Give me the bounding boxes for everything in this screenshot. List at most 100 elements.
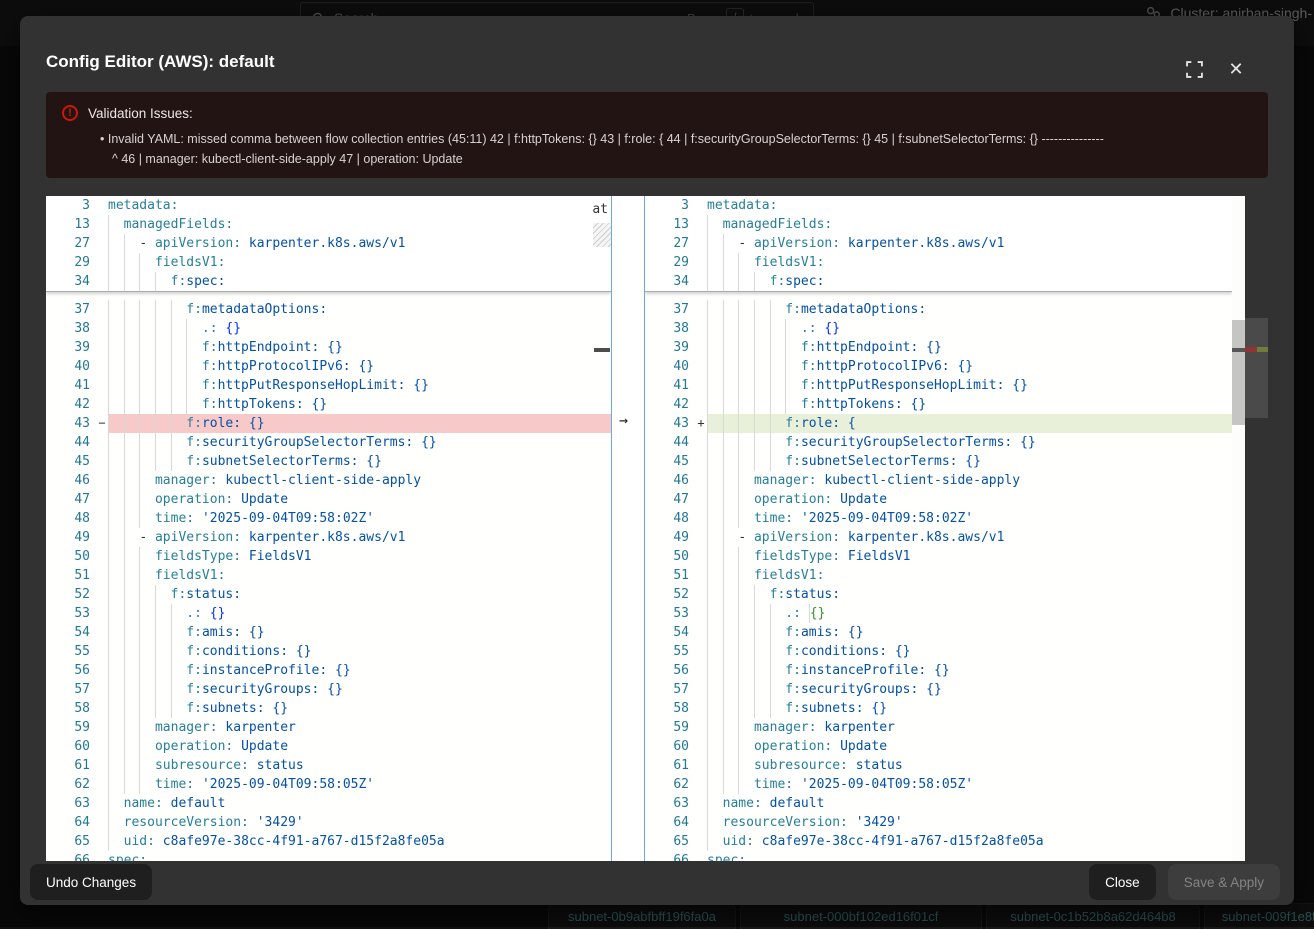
- code-line[interactable]: 3metadata:: [645, 196, 1232, 215]
- code-line[interactable]: 58 f:subnets: {}: [645, 699, 1232, 718]
- code-line[interactable]: 60 operation: Update: [46, 737, 611, 756]
- undo-changes-button[interactable]: Undo Changes: [30, 864, 152, 900]
- save-apply-button[interactable]: Save & Apply: [1168, 864, 1280, 900]
- diff-sign: [695, 357, 707, 376]
- code-line[interactable]: 37 f:metadataOptions:: [46, 300, 611, 319]
- diff-overview-ruler[interactable]: [1245, 196, 1268, 861]
- code-line[interactable]: 38 .: {}: [46, 319, 611, 338]
- config-editor-modal: Config Editor (AWS): default ✕ ! Validat…: [20, 16, 1294, 905]
- diff-sign: [695, 604, 707, 623]
- line-number: 63: [645, 794, 695, 813]
- code-line[interactable]: 50 fieldsType: FieldsV1: [46, 547, 611, 566]
- code-line[interactable]: 65 uid: c8afe97e-38cc-4f91-a767-d15f2a8f…: [46, 832, 611, 851]
- line-number: 51: [46, 566, 96, 585]
- code-line[interactable]: 34 f:spec:: [46, 272, 611, 291]
- diff-modified-pane[interactable]: 3metadata:13 managedFields:27 - apiVersi…: [645, 196, 1232, 861]
- code-line[interactable]: 54 f:amis: {}: [46, 623, 611, 642]
- overview-inserted-mark: [1257, 347, 1268, 352]
- code-line[interactable]: 61 subresource: status: [645, 756, 1232, 775]
- code-line[interactable]: 52 f:status:: [46, 585, 611, 604]
- code-line[interactable]: 64 resourceVersion: '3429': [46, 813, 611, 832]
- code-line[interactable]: 43+ f:role: {: [645, 414, 1232, 433]
- line-number: 38: [645, 319, 695, 338]
- revert-change-arrow-icon[interactable]: →: [619, 411, 628, 429]
- code-line[interactable]: 34 f:spec:: [645, 272, 1232, 291]
- close-button[interactable]: Close: [1089, 864, 1156, 900]
- line-number: 29: [645, 253, 695, 272]
- code-line[interactable]: 39 f:httpEndpoint: {}: [645, 338, 1232, 357]
- code-line[interactable]: 66spec:: [46, 851, 611, 861]
- code-line[interactable]: 45 f:subnetSelectorTerms: {}: [46, 452, 611, 471]
- code-line[interactable]: 62 time: '2025-09-04T09:58:05Z': [46, 775, 611, 794]
- code-line[interactable]: 66spec:: [645, 851, 1232, 861]
- code-line[interactable]: 52 f:status:: [645, 585, 1232, 604]
- code-line[interactable]: 27 - apiVersion: karpenter.k8s.aws/v1: [46, 234, 611, 253]
- code-line[interactable]: 48 time: '2025-09-04T09:58:02Z': [645, 509, 1232, 528]
- overview-ruler-slider[interactable]: [1245, 318, 1268, 418]
- code-line[interactable]: 64 resourceVersion: '3429': [645, 813, 1232, 832]
- code-line[interactable]: 59 manager: karpenter: [645, 718, 1232, 737]
- code-line[interactable]: 40 f:httpProtocolIPv6: {}: [46, 357, 611, 376]
- code-line[interactable]: 42 f:httpTokens: {}: [645, 395, 1232, 414]
- code-line[interactable]: 29 fieldsV1:: [46, 253, 611, 272]
- code-line[interactable]: 43− f:role: {}: [46, 414, 611, 433]
- validation-message-line2: ^ 46 | manager: kubectl-client-side-appl…: [112, 149, 1252, 169]
- code-line[interactable]: 41 f:httpPutResponseHopLimit: {}: [645, 376, 1232, 395]
- code-line[interactable]: 42 f:httpTokens: {}: [46, 395, 611, 414]
- code-line[interactable]: 60 operation: Update: [645, 737, 1232, 756]
- code-line[interactable]: 37 f:metadataOptions:: [645, 300, 1232, 319]
- code-line[interactable]: 44 f:securityGroupSelectorTerms: {}: [645, 433, 1232, 452]
- code-line[interactable]: 41 f:httpPutResponseHopLimit: {}: [46, 376, 611, 395]
- code-line[interactable]: 65 uid: c8afe97e-38cc-4f91-a767-d15f2a8f…: [645, 832, 1232, 851]
- code-line[interactable]: 46 manager: kubectl-client-side-apply: [645, 471, 1232, 490]
- code-line[interactable]: 59 manager: karpenter: [46, 718, 611, 737]
- code-line[interactable]: 53 .: {}: [46, 604, 611, 623]
- code-line[interactable]: 58 f:subnets: {}: [46, 699, 611, 718]
- code-line[interactable]: 51 fieldsV1:: [645, 566, 1232, 585]
- code-line[interactable]: 63 name: default: [645, 794, 1232, 813]
- diff-sign: [96, 794, 108, 813]
- code-line[interactable]: 54 f:amis: {}: [645, 623, 1232, 642]
- line-number: 27: [645, 234, 695, 253]
- code-line[interactable]: 44 f:securityGroupSelectorTerms: {}: [46, 433, 611, 452]
- code-line[interactable]: 13 managedFields:: [645, 215, 1232, 234]
- code-line[interactable]: 48 time: '2025-09-04T09:58:02Z': [46, 509, 611, 528]
- code-line[interactable]: 3metadata:: [46, 196, 611, 215]
- code-line[interactable]: 29 fieldsV1:: [645, 253, 1232, 272]
- fullscreen-icon[interactable]: [1184, 59, 1204, 79]
- code-line[interactable]: 13 managedFields:: [46, 215, 611, 234]
- code-line[interactable]: 40 f:httpProtocolIPv6: {}: [645, 357, 1232, 376]
- code-line[interactable]: 57 f:securityGroups: {}: [645, 680, 1232, 699]
- code-line[interactable]: 47 operation: Update: [645, 490, 1232, 509]
- exclamation-circle-icon: !: [62, 105, 78, 121]
- code-line[interactable]: 61 subresource: status: [46, 756, 611, 775]
- sticky-scroll: 3metadata:13 managedFields:27 - apiVersi…: [46, 196, 611, 292]
- code-line[interactable]: 39 f:httpEndpoint: {}: [46, 338, 611, 357]
- code-line[interactable]: 51 fieldsV1:: [46, 566, 611, 585]
- diff-original-pane[interactable]: at 3metadata:13 managedFields:27 - apiVe…: [46, 196, 611, 861]
- code-line[interactable]: 27 - apiVersion: karpenter.k8s.aws/v1: [645, 234, 1232, 253]
- yaml-diff-editor[interactable]: at 3metadata:13 managedFields:27 - apiVe…: [46, 196, 1268, 861]
- code-line[interactable]: 56 f:instanceProfile: {}: [46, 661, 611, 680]
- editor-scrollbar[interactable]: [1232, 196, 1245, 861]
- code-line[interactable]: 46 manager: kubectl-client-side-apply: [46, 471, 611, 490]
- code-line[interactable]: 53 .: {}: [645, 604, 1232, 623]
- code-line[interactable]: 57 f:securityGroups: {}: [46, 680, 611, 699]
- diff-sign: [695, 272, 707, 291]
- code-line[interactable]: 45 f:subnetSelectorTerms: {}: [645, 452, 1232, 471]
- code-line[interactable]: 49 - apiVersion: karpenter.k8s.aws/v1: [645, 528, 1232, 547]
- diff-sign: [695, 196, 707, 215]
- editor-scrollbar-slider[interactable]: [1232, 320, 1245, 425]
- code-line[interactable]: 63 name: default: [46, 794, 611, 813]
- scrollbar-cursor-mark: [1232, 348, 1245, 352]
- code-line[interactable]: 47 operation: Update: [46, 490, 611, 509]
- code-line[interactable]: 55 f:conditions: {}: [46, 642, 611, 661]
- code-line[interactable]: 62 time: '2025-09-04T09:58:05Z': [645, 775, 1232, 794]
- diff-sign: [96, 642, 108, 661]
- code-line[interactable]: 49 - apiVersion: karpenter.k8s.aws/v1: [46, 528, 611, 547]
- code-line[interactable]: 55 f:conditions: {}: [645, 642, 1232, 661]
- code-line[interactable]: 56 f:instanceProfile: {}: [645, 661, 1232, 680]
- code-line[interactable]: 38 .: {}: [645, 319, 1232, 338]
- code-line[interactable]: 50 fieldsType: FieldsV1: [645, 547, 1232, 566]
- close-icon[interactable]: ✕: [1226, 59, 1246, 79]
